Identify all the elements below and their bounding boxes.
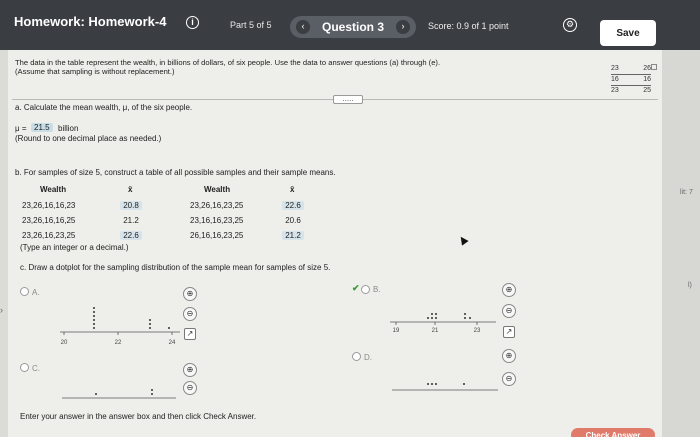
data-row: 23 25 bbox=[611, 87, 651, 94]
axis-tick-label: 24 bbox=[169, 340, 176, 346]
option-a-label: A. bbox=[32, 288, 40, 297]
top-bar: Homework: Homework-4 i Part 5 of 5 ‹ Que… bbox=[0, 0, 700, 50]
axis-tick-label: 19 bbox=[393, 328, 400, 334]
sample-mean-field[interactable]: 20.8 bbox=[120, 201, 142, 210]
zoom-out-icon[interactable]: ⊖ bbox=[183, 381, 197, 395]
option-d-label: D. bbox=[364, 353, 372, 362]
info-icon[interactable]: i bbox=[186, 16, 199, 29]
footer-instruction: Enter your answer in the answer box and … bbox=[20, 412, 257, 421]
sample-wealth: 23,16,16,23,25 bbox=[190, 216, 244, 225]
question-navigator: ‹ Question 3 › bbox=[290, 16, 416, 38]
sample-wealth: 26,16,16,23,25 bbox=[190, 231, 244, 240]
zoom-in-icon[interactable]: ⊕ bbox=[183, 363, 197, 377]
axis-tick-label: 20 bbox=[61, 340, 68, 346]
data-row: 16 16 bbox=[611, 75, 651, 86]
side-text-2: l) bbox=[688, 282, 692, 289]
copy-data-icon[interactable] bbox=[651, 64, 657, 70]
mu-answer-field[interactable]: 21.5 bbox=[31, 123, 53, 132]
question-label[interactable]: Question 3 bbox=[322, 20, 384, 34]
axis-tick-label: 21 bbox=[432, 328, 439, 334]
option-c-label: C. bbox=[32, 364, 40, 373]
previous-question-icon[interactable]: ‹ bbox=[296, 20, 310, 34]
mean-header-left: x̄ bbox=[128, 185, 133, 194]
sample-wealth: 23,26,16,16,25 bbox=[22, 216, 76, 225]
left-chevron-icon[interactable]: › bbox=[0, 305, 3, 315]
wealth-header-left: Wealth bbox=[40, 185, 67, 194]
next-question-icon[interactable]: › bbox=[396, 20, 410, 34]
open-new-window-icon[interactable]: ↗ bbox=[503, 326, 515, 338]
sample-mean-field[interactable]: 22.6 bbox=[282, 201, 304, 210]
zoom-in-icon[interactable]: ⊕ bbox=[183, 287, 197, 301]
dotplot-option-a: 20 22 24 bbox=[60, 307, 180, 346]
mu-unit: billion bbox=[58, 124, 79, 133]
sample-mean-field[interactable]: 22.6 bbox=[120, 231, 142, 240]
gear-icon[interactable]: ⚙ bbox=[563, 18, 577, 32]
axis-tick-label: 22 bbox=[115, 340, 122, 346]
zoom-in-icon[interactable]: ⊕ bbox=[502, 349, 516, 363]
sample-wealth: 23,26,16,16,23 bbox=[22, 201, 76, 210]
score-text: Score: 0.9 of 1 point bbox=[428, 21, 509, 31]
correct-check-icon: ✔ bbox=[352, 283, 360, 293]
sample-mean-field[interactable]: 21.2 bbox=[120, 216, 142, 225]
integer-note: (Type an integer or a decimal.) bbox=[20, 243, 129, 252]
mean-header-right: x̄ bbox=[290, 185, 295, 194]
dotplot-option-d bbox=[392, 383, 498, 391]
dotplot-option-c bbox=[62, 389, 176, 399]
data-table: 23 26 16 16 23 25 bbox=[611, 64, 651, 96]
axis-tick-label: 23 bbox=[474, 328, 481, 334]
zoom-in-icon[interactable]: ⊕ bbox=[502, 283, 516, 297]
expand-more-button[interactable]: ..... bbox=[333, 95, 363, 104]
dotplot-option-b: 19 21 23 bbox=[390, 313, 496, 334]
mu-prefix: μ = bbox=[15, 124, 27, 133]
option-b-radio[interactable] bbox=[361, 285, 370, 294]
wealth-header-right: Wealth bbox=[204, 185, 231, 194]
option-b-label: B. bbox=[373, 285, 381, 294]
check-answer-button[interactable]: Check Answer bbox=[571, 428, 655, 437]
side-panel bbox=[662, 50, 700, 437]
option-c-radio[interactable] bbox=[20, 363, 29, 372]
problem-intro: The data in the table represent the weal… bbox=[15, 58, 441, 67]
problem-assumption: (Assume that sampling is without replace… bbox=[15, 67, 175, 76]
part-b-prompt: b. For samples of size 5, construct a ta… bbox=[15, 168, 336, 177]
option-a-radio[interactable] bbox=[20, 287, 29, 296]
data-row: 23 26 bbox=[611, 64, 651, 75]
side-text-1: lit: 7 bbox=[680, 189, 693, 196]
save-button[interactable]: Save bbox=[600, 20, 656, 46]
sample-mean-field[interactable]: 21.2 bbox=[282, 231, 304, 240]
part-c-prompt: c. Draw a dotplot for the sampling distr… bbox=[20, 263, 331, 272]
part-a-prompt: a. Calculate the mean wealth, μ, of the … bbox=[15, 103, 193, 112]
zoom-out-icon[interactable]: ⊖ bbox=[502, 304, 516, 318]
homework-title: Homework: Homework-4 bbox=[14, 14, 167, 29]
option-d-radio[interactable] bbox=[352, 352, 361, 361]
sample-mean-field[interactable]: 20.6 bbox=[282, 216, 304, 225]
part-indicator: Part 5 of 5 bbox=[230, 20, 272, 30]
rounding-note: (Round to one decimal place as needed.) bbox=[15, 134, 162, 143]
sample-wealth: 23,26,16,23,25 bbox=[22, 231, 76, 240]
sample-wealth: 23,26,16,23,25 bbox=[190, 201, 244, 210]
zoom-out-icon[interactable]: ⊖ bbox=[502, 372, 516, 386]
